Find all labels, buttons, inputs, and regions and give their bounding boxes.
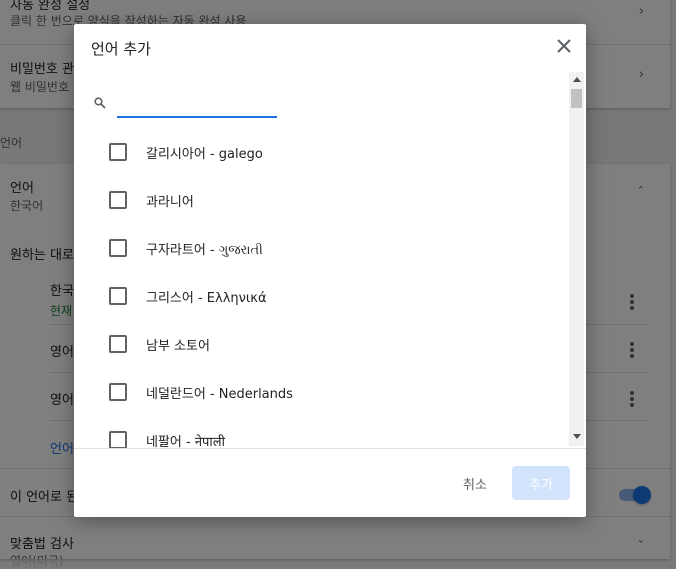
dialog-footer-divider <box>74 448 586 449</box>
close-icon <box>557 39 571 53</box>
language-label: 남부 소토어 <box>146 339 210 354</box>
checkbox[interactable] <box>109 383 127 401</box>
language-item[interactable]: 남부 소토어 <box>74 320 570 368</box>
scroll-up-arrow-icon[interactable] <box>573 77 581 82</box>
search-input[interactable] <box>117 92 277 118</box>
scrollbar[interactable] <box>569 72 584 446</box>
language-item[interactable]: 네덜란드어 - Nederlands <box>74 368 570 416</box>
checkbox[interactable] <box>109 287 127 305</box>
language-label: 네덜란드어 - Nederlands <box>146 387 293 402</box>
language-label: 갈리시아어 - galego <box>146 147 263 162</box>
language-label: 네팔어 - नेपाली <box>146 435 225 448</box>
search-icon <box>94 97 106 109</box>
scrollbar-thumb[interactable] <box>571 89 582 108</box>
checkbox[interactable] <box>109 431 127 448</box>
language-label: 구자라트어 - ગુજરાતી <box>146 243 263 258</box>
language-label: 그리스어 - Ελληνικά <box>146 291 267 306</box>
checkbox[interactable] <box>109 335 127 353</box>
language-item[interactable]: 네팔어 - नेपाली <box>74 416 570 448</box>
checkbox[interactable] <box>109 143 127 161</box>
language-item[interactable]: 과라니어 <box>74 176 570 224</box>
close-button[interactable] <box>552 34 576 58</box>
checkbox[interactable] <box>109 239 127 257</box>
language-item[interactable]: 구자라트어 - ગુજરાતી <box>74 224 570 272</box>
language-item[interactable]: 그리스어 - Ελληνικά <box>74 272 570 320</box>
add-button[interactable]: 추가 <box>512 466 570 500</box>
cancel-button[interactable]: 취소 <box>447 466 503 500</box>
dialog-title: 언어 추가 <box>91 40 151 58</box>
checkbox[interactable] <box>109 191 127 209</box>
language-item[interactable]: 갈리시아어 - galego <box>74 128 570 176</box>
language-list[interactable]: 갈리시아어 - galego 과라니어 구자라트어 - ગુજરાતી 그리스어… <box>74 72 586 448</box>
scroll-down-arrow-icon[interactable] <box>573 434 581 439</box>
language-label: 과라니어 <box>146 195 194 210</box>
add-languages-dialog: 언어 추가 갈리시아어 - galego 과라니어 구자라트어 - ગુજરાત… <box>74 24 586 517</box>
